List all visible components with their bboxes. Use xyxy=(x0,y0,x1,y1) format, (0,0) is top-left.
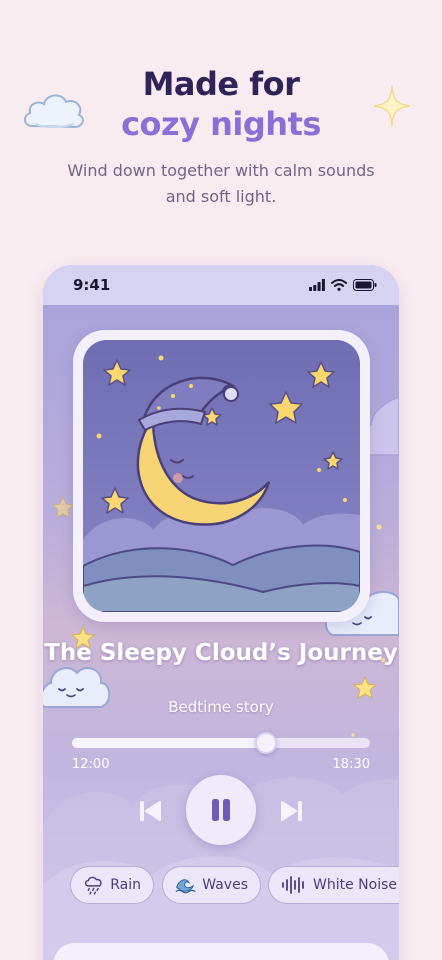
chip-rain-label: Rain xyxy=(110,877,141,893)
chip-rain[interactable]: Rain xyxy=(70,866,154,904)
status-time: 9:41 xyxy=(73,276,111,294)
artwork-illustration xyxy=(83,340,360,612)
sound-wave-icon xyxy=(282,876,304,894)
battery-icon xyxy=(353,279,377,291)
status-bar: 9:41 xyxy=(43,265,399,305)
cellular-signal-icon xyxy=(309,279,325,291)
sleeping-moon-icon xyxy=(83,340,360,612)
chip-waves[interactable]: Waves xyxy=(162,866,261,904)
page-headline: Made for cozy nights xyxy=(0,64,442,144)
chip-waves-label: Waves xyxy=(202,877,248,893)
track-subtitle: Bedtime story xyxy=(168,698,274,716)
pause-button[interactable] xyxy=(186,775,256,845)
rain-cloud-icon xyxy=(84,876,102,895)
chip-white-noise-label: White Noise xyxy=(313,877,397,893)
progress-fill xyxy=(72,738,266,748)
total-duration: 18:30 xyxy=(332,757,370,772)
previous-button[interactable] xyxy=(133,795,167,827)
headline-line-2: cozy nights xyxy=(121,105,321,143)
next-button[interactable] xyxy=(275,795,309,827)
bottom-sheet[interactable] xyxy=(53,943,389,960)
waves-icon xyxy=(175,879,196,894)
page-subtitle: Wind down together with calm sounds and … xyxy=(67,161,375,206)
skip-previous-icon xyxy=(140,801,161,821)
pause-icon xyxy=(212,799,230,821)
headline-line-1: Made for xyxy=(142,65,300,103)
elapsed-time: 12:00 xyxy=(72,757,110,772)
progress-thumb[interactable] xyxy=(254,732,277,754)
skip-next-icon xyxy=(281,801,302,821)
track-title: The Sleepy Cloud’s Journey xyxy=(44,640,398,666)
wifi-icon xyxy=(331,279,347,291)
ambient-sound-chips: Rain Waves White Noise xyxy=(43,866,399,904)
phone-mockup: 9:41 The Sleepy Cloud’s Journey Bedtime … xyxy=(43,265,399,960)
status-icons xyxy=(309,279,377,291)
album-artwork xyxy=(73,330,370,622)
chip-white-noise[interactable]: White Noise xyxy=(268,866,399,904)
playback-controls xyxy=(43,775,399,845)
progress-bar[interactable] xyxy=(72,738,370,748)
